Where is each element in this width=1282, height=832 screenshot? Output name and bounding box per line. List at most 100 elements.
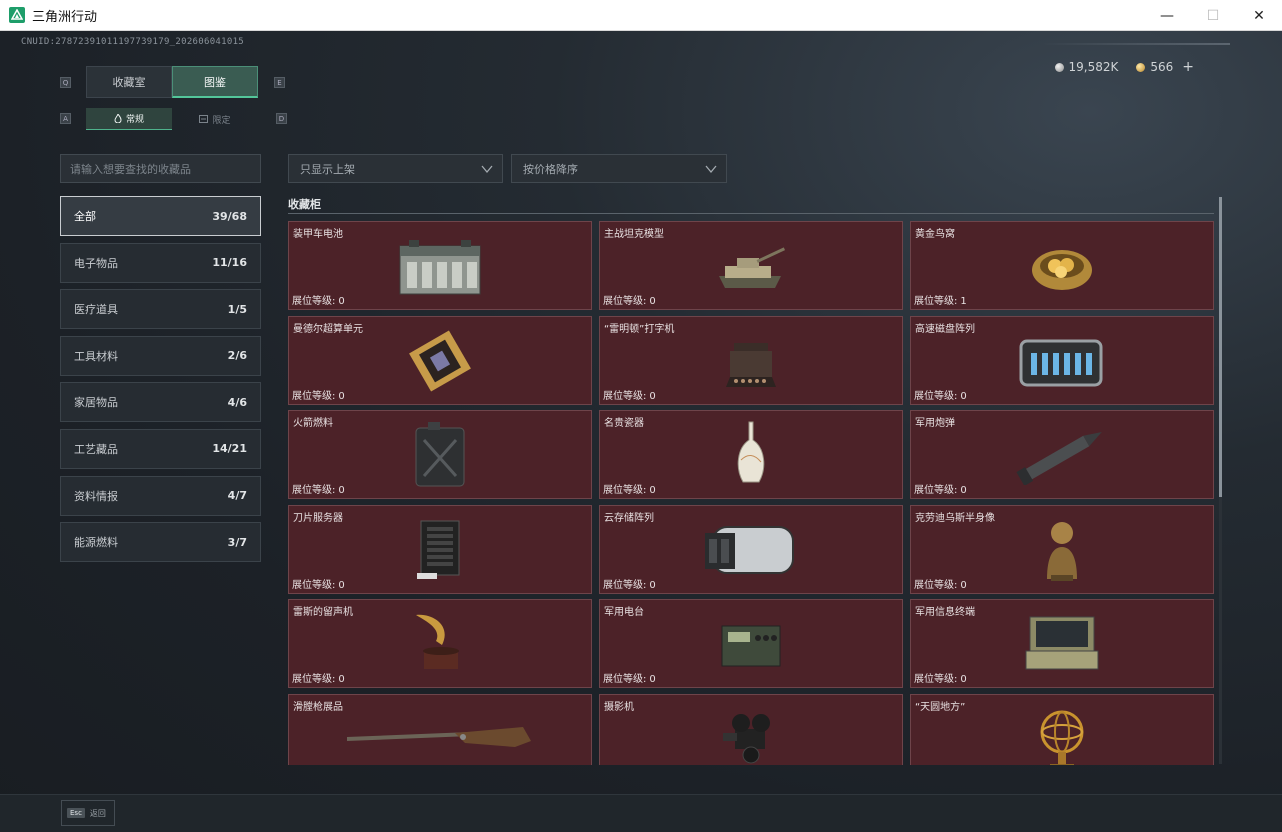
section-title: 收藏柜 bbox=[288, 198, 321, 211]
item-level: 展位等级: 0 bbox=[914, 576, 967, 591]
window-title: 三角洲行动 bbox=[32, 9, 98, 25]
bust-icon bbox=[1012, 514, 1112, 586]
vase-icon bbox=[701, 419, 801, 491]
chevron-down-icon bbox=[481, 165, 493, 174]
collection-item-card[interactable]: 滑膛枪展品 展位等级:0 bbox=[288, 694, 592, 765]
item-name: 刀片服务器 bbox=[293, 512, 343, 524]
level-label: 展位等级: bbox=[603, 485, 647, 497]
item-level: 展位等级: 0 bbox=[292, 670, 345, 685]
armillary-icon bbox=[1012, 703, 1112, 765]
item-name: 名贵瓷器 bbox=[604, 418, 644, 430]
category-count: 14/21 bbox=[212, 442, 247, 456]
radio-icon bbox=[701, 608, 801, 680]
game-viewport: CNUID:2787239101119773917​9_202606041015… bbox=[0, 31, 1282, 832]
collection-item-card[interactable]: 刀片服务器 展位等级: 0 bbox=[288, 504, 592, 594]
category-count: 2/6 bbox=[227, 349, 247, 363]
level-value: 0 bbox=[649, 579, 656, 591]
shelf-filter-dropdown[interactable]: 只显示上架 bbox=[288, 154, 503, 183]
level-value: 0 bbox=[338, 390, 345, 402]
collection-item-card[interactable]: 火箭燃料 展位等级: 0 bbox=[288, 410, 592, 500]
sort-dropdown[interactable]: 按价格降序 bbox=[511, 154, 727, 183]
level-value: 0 bbox=[338, 579, 345, 591]
limited-icon bbox=[199, 115, 209, 123]
back-button[interactable]: Esc 返回 bbox=[61, 800, 115, 826]
category-list: 全部 39/68 电子物品 11/16 医疗道具 1/5 工具材料 2/6 家居物品 4/… bbox=[60, 196, 261, 569]
category-label: 工艺藏品 bbox=[74, 442, 118, 456]
grid-scrollbar[interactable] bbox=[1219, 197, 1222, 764]
category-household[interactable]: 家居物品 4/6 bbox=[60, 382, 261, 423]
level-value: 0 bbox=[649, 674, 656, 686]
item-name: “雷明顿”打字机 bbox=[604, 323, 675, 335]
item-name: 雷斯的留声机 bbox=[293, 607, 353, 619]
collection-item-card[interactable]: 军用炮弹 展位等级: 0 bbox=[910, 410, 1214, 500]
header-decoration bbox=[1040, 43, 1230, 45]
battery-icon bbox=[390, 230, 490, 302]
close-button[interactable]: ✕ bbox=[1236, 0, 1282, 31]
collection-item-card[interactable]: 主战坦克模型 展位等级: 0 bbox=[599, 221, 903, 310]
category-count: 3/7 bbox=[227, 535, 247, 549]
tab-collection-room[interactable]: 收藏室 bbox=[86, 66, 172, 98]
level-value: 0 bbox=[338, 296, 345, 307]
collection-item-card[interactable]: 曼德尔超算单元 展位等级: 0 bbox=[288, 315, 592, 405]
item-name: 主战坦克模型 bbox=[604, 229, 664, 240]
item-level: 展位等级: 0 bbox=[603, 576, 656, 591]
golden-nest-icon bbox=[1012, 230, 1112, 302]
collection-item-card[interactable]: 雷斯的留声机 展位等级: 0 bbox=[288, 599, 592, 689]
window-controls: — ☐ ✕ bbox=[1144, 0, 1282, 31]
category-tools[interactable]: 工具材料 2/6 bbox=[60, 335, 261, 376]
item-name: 滑膛枪展品 bbox=[293, 702, 343, 713]
collection-item-card[interactable]: 军用电台 展位等级: 0 bbox=[599, 599, 903, 689]
item-name: 黄金鸟窝 bbox=[915, 229, 955, 240]
subtab-limited[interactable]: 限定 bbox=[172, 108, 258, 130]
level-label: 展位等级: bbox=[292, 674, 336, 686]
minimize-button[interactable]: — bbox=[1144, 0, 1190, 31]
esc-key-hint: Esc bbox=[67, 808, 85, 818]
level-label: 展位等级: bbox=[292, 296, 336, 307]
collection-item-card[interactable]: 装甲车电池 展位等级: 0 bbox=[288, 221, 592, 310]
currency-silver: 19,582K bbox=[1054, 60, 1118, 74]
subtab-regular[interactable]: 常规 bbox=[86, 108, 172, 130]
level-label: 展位等级: bbox=[292, 579, 336, 591]
disk-array-icon bbox=[1012, 325, 1112, 397]
category-label: 工具材料 bbox=[74, 349, 118, 363]
collection-item-card[interactable]: 克劳迪乌斯半身像 展位等级: 0 bbox=[910, 504, 1214, 594]
add-currency-button[interactable]: + bbox=[1182, 59, 1194, 75]
item-level: 展位等级: 0 bbox=[603, 481, 656, 496]
flame-icon bbox=[114, 114, 122, 123]
item-level: 展位等级: 0 bbox=[603, 670, 656, 685]
collection-item-card[interactable]: “雷明顿”打字机 展位等级: 0 bbox=[599, 315, 903, 405]
category-intel[interactable]: 资料情报 4/7 bbox=[60, 475, 261, 516]
collection-item-card[interactable]: 摄影机 展位等级:0 bbox=[599, 694, 903, 765]
gold-coin-icon bbox=[1136, 62, 1146, 72]
category-energy[interactable]: 能源燃料 3/7 bbox=[60, 522, 261, 563]
camera-icon bbox=[701, 703, 801, 765]
sort-value: 按价格降序 bbox=[523, 162, 578, 176]
level-label: 展位等级: bbox=[292, 485, 336, 497]
category-all[interactable]: 全部 39/68 bbox=[60, 196, 261, 236]
level-value: 0 bbox=[960, 579, 967, 591]
collection-item-card[interactable]: 高速磁盘阵列 展位等级: 0 bbox=[910, 315, 1214, 405]
level-label: 展位等级: bbox=[603, 390, 647, 402]
category-electronics[interactable]: 电子物品 11/16 bbox=[60, 242, 261, 283]
item-level: 展位等级: 1 bbox=[914, 292, 967, 307]
collection-item-card[interactable]: 军用信息终端 展位等级: 0 bbox=[910, 599, 1214, 689]
level-value: 0 bbox=[649, 390, 656, 402]
maximize-button[interactable]: ☐ bbox=[1190, 0, 1236, 31]
tab-catalog[interactable]: 图鉴 bbox=[172, 66, 258, 98]
search-input[interactable]: 请输入想要查找的收藏品 bbox=[60, 154, 261, 183]
category-count: 4/7 bbox=[227, 489, 247, 503]
silver-coin-icon bbox=[1054, 62, 1064, 72]
key-hint-q: Q bbox=[60, 77, 71, 88]
item-name: 摄影机 bbox=[604, 702, 634, 713]
scroll-thumb[interactable] bbox=[1219, 197, 1222, 497]
level-value: 0 bbox=[338, 674, 345, 686]
category-medical[interactable]: 医疗道具 1/5 bbox=[60, 289, 261, 330]
collection-item-card[interactable]: 名贵瓷器 展位等级: 0 bbox=[599, 410, 903, 500]
collection-item-card[interactable]: “天圆地方” 展位等级:0 bbox=[910, 694, 1214, 765]
collection-item-card[interactable]: 云存储阵列 展位等级: 0 bbox=[599, 504, 903, 594]
level-value: 0 bbox=[649, 296, 656, 307]
category-crafts[interactable]: 工艺藏品 14/21 bbox=[60, 428, 261, 469]
collection-item-card[interactable]: 黄金鸟窝 展位等级: 1 bbox=[910, 221, 1214, 310]
item-level: 展位等级: 0 bbox=[292, 576, 345, 591]
item-name: 云存储阵列 bbox=[604, 512, 654, 524]
